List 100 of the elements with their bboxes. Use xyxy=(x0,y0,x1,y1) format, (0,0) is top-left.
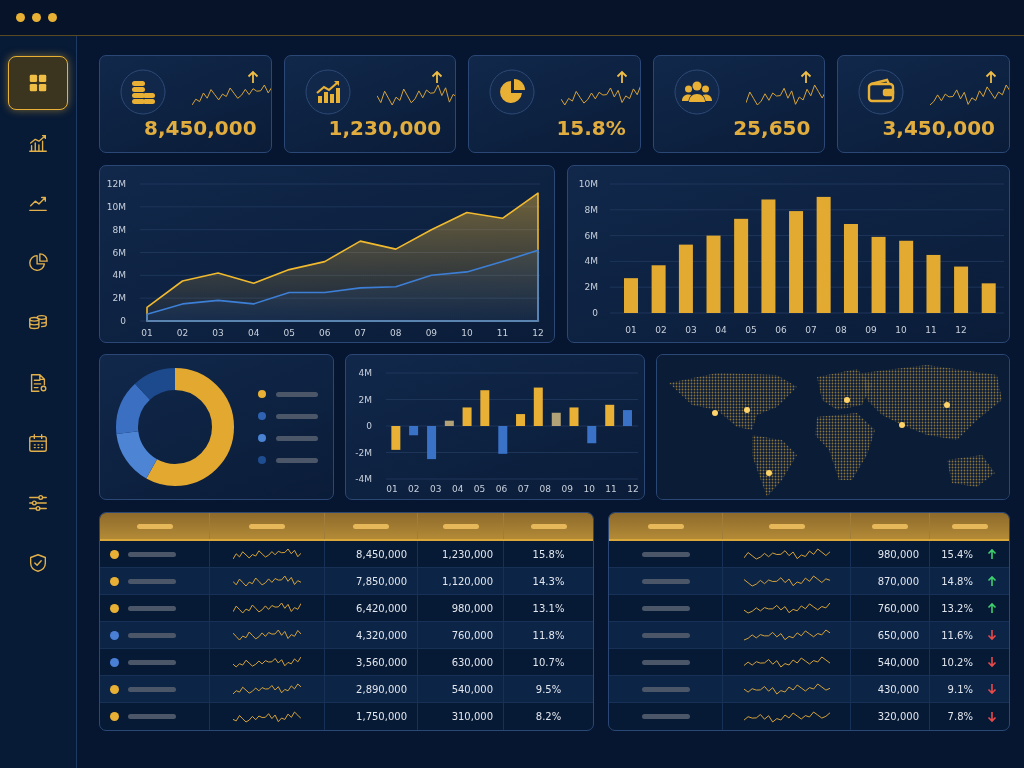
axis-label: 03 xyxy=(430,484,442,494)
placeholder-bar xyxy=(128,686,176,692)
sparkline xyxy=(233,710,301,723)
table-cell: 870,000 xyxy=(877,575,919,587)
axis-label: 09 xyxy=(865,325,877,335)
placeholder-bar xyxy=(276,413,318,419)
axis-label: 09 xyxy=(425,328,438,338)
placeholder-bar xyxy=(128,659,176,665)
placeholder-bar xyxy=(641,605,690,611)
window-dot[interactable] xyxy=(48,13,57,22)
growth-chart-icon xyxy=(304,69,351,115)
window-dot[interactable] xyxy=(16,13,25,22)
bar-chart-icon xyxy=(27,132,49,154)
placeholder-bar xyxy=(641,714,690,719)
axis-label: 01 xyxy=(386,484,398,494)
shield-check-icon xyxy=(27,552,49,574)
table-cell: 540,000 xyxy=(877,656,919,668)
placeholder-bar xyxy=(128,578,176,584)
axis-label: 6M xyxy=(112,247,126,258)
axis-label: 2M xyxy=(112,293,126,304)
bar xyxy=(587,426,597,444)
sparkline xyxy=(233,548,301,560)
bar xyxy=(569,407,579,426)
bar xyxy=(926,254,941,313)
bar xyxy=(427,426,437,460)
table-cell: 7.8% xyxy=(947,711,973,722)
bar xyxy=(678,244,693,313)
table-cell: 430,000 xyxy=(877,683,919,695)
placeholder-bar xyxy=(276,457,318,463)
placeholder-bar xyxy=(276,435,318,441)
wallet-icon xyxy=(858,69,905,115)
table-cell: 11.8% xyxy=(532,629,565,641)
axis-label: 02 xyxy=(176,328,189,338)
table-cell: 15.8% xyxy=(532,548,565,560)
axis-label: 06 xyxy=(319,328,331,338)
table-cell: 630,000 xyxy=(451,656,493,668)
axis-label: 6M xyxy=(584,230,598,241)
axis-label: 05 xyxy=(473,484,486,494)
axis-label: 08 xyxy=(835,325,847,335)
placeholder-bar xyxy=(128,632,176,638)
axis-label: 10 xyxy=(895,325,907,335)
table-cell: 11.6% xyxy=(941,629,973,641)
axis-label: 0 xyxy=(366,421,372,431)
bar xyxy=(444,420,454,426)
table-cell: 1,230,000 xyxy=(442,548,493,560)
bar xyxy=(516,414,526,426)
calendar-icon xyxy=(27,432,49,454)
table-cell: 15.4% xyxy=(941,548,973,560)
placeholder-bar xyxy=(641,659,690,665)
table-cell: 980,000 xyxy=(877,548,919,560)
bar xyxy=(391,426,401,450)
sidebar-item[interactable] xyxy=(8,56,68,110)
window-dot[interactable] xyxy=(32,13,41,22)
pie-chart-icon xyxy=(489,69,536,115)
placeholder-bar xyxy=(249,523,285,529)
kpi-value: 3,450,000 xyxy=(882,116,995,140)
axis-label: 12 xyxy=(532,328,544,338)
table-cell: 2,890,000 xyxy=(356,683,407,695)
table-cell: 310,000 xyxy=(451,711,493,722)
axis-label: 08 xyxy=(390,328,402,338)
axis-label: 04 xyxy=(247,328,260,338)
placeholder-bar xyxy=(136,523,173,529)
axis-label: 12 xyxy=(955,325,967,335)
placeholder-bar xyxy=(128,605,176,611)
axis-label: 07 xyxy=(517,484,530,494)
table-cell: 7,850,000 xyxy=(356,575,407,587)
bar xyxy=(551,412,561,426)
axis-label: -4M xyxy=(355,474,372,484)
placeholder-bar xyxy=(128,714,176,719)
bar xyxy=(533,387,543,426)
axis-label: 06 xyxy=(495,484,508,494)
table-cell: 1,750,000 xyxy=(356,711,407,722)
axis-label: 4M xyxy=(584,256,598,267)
coins-icon xyxy=(120,69,166,115)
table-cell: 8,450,000 xyxy=(356,548,407,560)
axis-label: 4M xyxy=(358,368,372,378)
placeholder-bar xyxy=(530,523,567,529)
bar xyxy=(498,426,508,454)
table-cell: 320,000 xyxy=(877,711,919,722)
axis-label: 10 xyxy=(583,484,595,494)
axis-label: 10M xyxy=(106,201,126,212)
table-cell: 1,120,000 xyxy=(442,575,493,587)
table-cell: 4,320,000 xyxy=(356,629,407,641)
axis-label: 01 xyxy=(625,325,637,335)
placeholder-bar xyxy=(641,551,690,557)
bar xyxy=(954,266,969,313)
placeholder-bar xyxy=(641,632,690,638)
table-cell: 6,420,000 xyxy=(356,602,407,614)
kpi-value: 15.8% xyxy=(556,116,626,140)
sparkline xyxy=(233,575,301,587)
axis-label: 04 xyxy=(451,484,464,494)
sparkline xyxy=(233,683,301,695)
placeholder-bar xyxy=(442,523,479,529)
sparkline xyxy=(233,629,301,641)
kpi-value: 25,650 xyxy=(733,116,811,140)
axis-label: 0 xyxy=(592,308,598,318)
bar xyxy=(651,265,666,313)
placeholder-bar xyxy=(353,523,389,529)
axis-label: 8M xyxy=(584,204,598,215)
table-cell: 13.1% xyxy=(532,602,565,614)
